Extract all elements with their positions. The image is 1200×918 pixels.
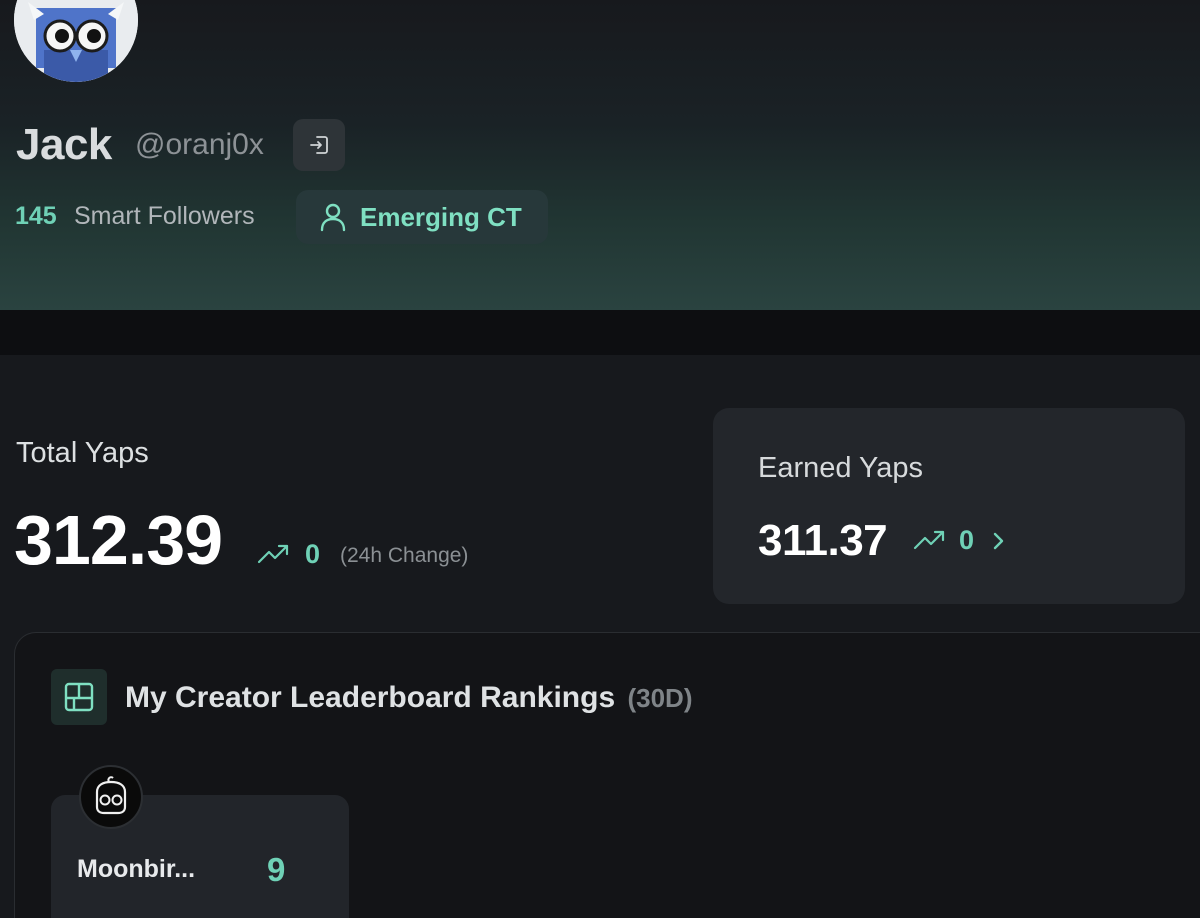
chevron-right-icon[interactable] <box>989 526 1009 556</box>
smart-followers-label[interactable]: Smart Followers <box>74 202 255 231</box>
switch-account-button[interactable] <box>293 119 345 171</box>
owl-avatar-icon <box>14 0 138 82</box>
earned-yaps-label: Earned Yaps <box>758 452 923 484</box>
user-avatar[interactable] <box>14 0 138 82</box>
project-rank: 9 <box>267 851 286 888</box>
user-handle[interactable]: @oranj0x <box>135 128 264 162</box>
total-yaps-value: 312.39 <box>14 501 223 579</box>
earned-yaps-value: 311.37 <box>758 516 888 565</box>
tier-badge[interactable]: Emerging CT <box>296 190 548 244</box>
layout-grid-icon <box>51 669 107 725</box>
divider-band <box>0 310 1200 355</box>
user-icon <box>318 202 348 232</box>
tier-label: Emerging CT <box>360 201 522 232</box>
earned-yaps-card[interactable]: Earned Yaps 311.37 0 <box>713 408 1185 604</box>
change-caption: (24h Change) <box>340 544 469 567</box>
leaderboard-card: My Creator Leaderboard Rankings (30D) Mo… <box>14 632 1200 918</box>
moonbirds-logo-icon <box>79 765 143 829</box>
leaderboard-period: (30D) <box>627 683 693 713</box>
smart-followers-count[interactable]: 145 <box>15 202 57 231</box>
user-name: Jack <box>16 120 112 169</box>
trending-up-icon <box>913 530 945 550</box>
trending-up-icon <box>257 544 289 564</box>
project-name: Moonbir... <box>77 855 196 883</box>
earned-yaps-change: 0 <box>959 525 975 555</box>
leaderboard-title: My Creator Leaderboard Rankings (30D) <box>125 681 692 715</box>
total-yaps-label: Total Yaps <box>16 437 149 469</box>
profile-page: Jack @oranj0x 145 Smart Followers Emergi… <box>0 0 1200 918</box>
total-yaps-change: 0 <box>305 539 321 569</box>
profile-header: Jack @oranj0x 145 Smart Followers Emergi… <box>0 0 1200 310</box>
leaderboard-title-text: My Creator Leaderboard Rankings <box>125 681 616 714</box>
logout-icon <box>310 136 328 154</box>
